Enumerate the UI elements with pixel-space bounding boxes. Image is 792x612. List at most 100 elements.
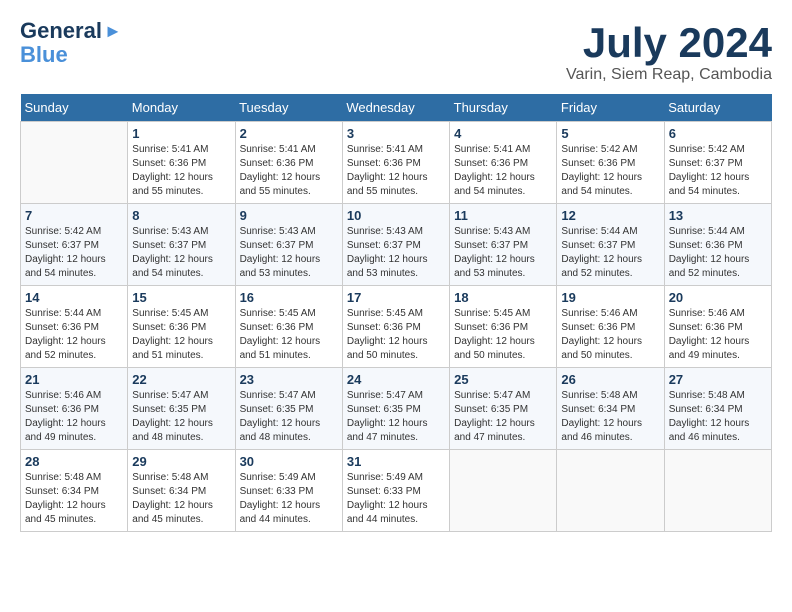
day-info: Sunrise: 5:46 AM Sunset: 6:36 PM Dayligh… — [561, 307, 659, 363]
day-info: Sunrise: 5:45 AM Sunset: 6:36 PM Dayligh… — [347, 307, 445, 363]
title-area: July 2024 Varin, Siem Reap, Cambodia — [566, 20, 772, 84]
day-number: 21 — [25, 372, 123, 387]
day-number: 25 — [454, 372, 552, 387]
day-number: 1 — [132, 126, 230, 141]
day-info: Sunrise: 5:43 AM Sunset: 6:37 PM Dayligh… — [240, 225, 338, 281]
day-number: 10 — [347, 208, 445, 223]
day-number: 12 — [561, 208, 659, 223]
header-wednesday: Wednesday — [342, 94, 449, 122]
day-info: Sunrise: 5:41 AM Sunset: 6:36 PM Dayligh… — [454, 143, 552, 199]
calendar-cell — [664, 450, 771, 532]
day-number: 19 — [561, 290, 659, 305]
calendar-cell: 28 Sunrise: 5:48 AM Sunset: 6:34 PM Dayli… — [21, 450, 128, 532]
day-info: Sunrise: 5:45 AM Sunset: 6:36 PM Dayligh… — [454, 307, 552, 363]
logo: General ► Blue — [20, 20, 122, 68]
calendar-header-row: SundayMondayTuesdayWednesdayThursdayFrid… — [21, 94, 772, 122]
day-number: 18 — [454, 290, 552, 305]
logo-general: General — [20, 20, 102, 42]
day-number: 30 — [240, 454, 338, 469]
calendar-cell: 2Sunrise: 5:41 AM Sunset: 6:36 PM Daylig… — [235, 122, 342, 204]
logo-blue: Blue — [20, 42, 68, 68]
day-info: Sunrise: 5:42 AM Sunset: 6:37 PM Dayligh… — [669, 143, 767, 199]
day-number: 9 — [240, 208, 338, 223]
day-info: Sunrise: 5:46 AM Sunset: 6:36 PM Dayligh… — [669, 307, 767, 363]
day-number: 13 — [669, 208, 767, 223]
calendar-week-2: 7Sunrise: 5:42 AM Sunset: 6:37 PM Daylig… — [21, 204, 772, 286]
day-info: Sunrise: 5:44 AM Sunset: 6:36 PM Dayligh… — [25, 307, 123, 363]
calendar-table: SundayMondayTuesdayWednesdayThursdayFrid… — [20, 94, 772, 532]
calendar-cell: 30 Sunrise: 5:49 AM Sunset: 6:33 PM Dayli… — [235, 450, 342, 532]
calendar-cell: 22Sunrise: 5:47 AM Sunset: 6:35 PM Dayli… — [128, 368, 235, 450]
calendar-cell: 8Sunrise: 5:43 AM Sunset: 6:37 PM Daylig… — [128, 204, 235, 286]
day-number: 27 — [669, 372, 767, 387]
calendar-cell: 29 Sunrise: 5:48 AM Sunset: 6:34 PM Dayli… — [128, 450, 235, 532]
day-info: Sunrise: 5:42 AM Sunset: 6:36 PM Dayligh… — [561, 143, 659, 199]
day-number: 7 — [25, 208, 123, 223]
calendar-week-4: 21 Sunrise: 5:46 AM Sunset: 6:36 PM Dayli… — [21, 368, 772, 450]
day-info: Sunrise: 5:45 AM Sunset: 6:36 PM Dayligh… — [240, 307, 338, 363]
day-number: 6 — [669, 126, 767, 141]
header-monday: Monday — [128, 94, 235, 122]
calendar-cell: 25 Sunrise: 5:47 AM Sunset: 6:35 PM Dayli… — [450, 368, 557, 450]
calendar-cell: 7Sunrise: 5:42 AM Sunset: 6:37 PM Daylig… — [21, 204, 128, 286]
calendar-cell: 5 Sunrise: 5:42 AM Sunset: 6:36 PM Daylig… — [557, 122, 664, 204]
calendar-week-1: 1 Sunrise: 5:41 AM Sunset: 6:36 PM Daylig… — [21, 122, 772, 204]
day-info: Sunrise: 5:48 AM Sunset: 6:34 PM Dayligh… — [561, 389, 659, 445]
day-number: 17 — [347, 290, 445, 305]
day-number: 31 — [347, 454, 445, 469]
day-number: 26 — [561, 372, 659, 387]
day-number: 24 — [347, 372, 445, 387]
day-info: Sunrise: 5:44 AM Sunset: 6:37 PM Dayligh… — [561, 225, 659, 281]
calendar-cell: 18 Sunrise: 5:45 AM Sunset: 6:36 PM Dayli… — [450, 286, 557, 368]
header-friday: Friday — [557, 94, 664, 122]
day-info: Sunrise: 5:48 AM Sunset: 6:34 PM Dayligh… — [25, 471, 123, 527]
calendar-cell: 31 Sunrise: 5:49 AM Sunset: 6:33 PM Dayli… — [342, 450, 449, 532]
calendar-cell — [557, 450, 664, 532]
calendar-cell: 27Sunrise: 5:48 AM Sunset: 6:34 PM Dayli… — [664, 368, 771, 450]
day-info: Sunrise: 5:47 AM Sunset: 6:35 PM Dayligh… — [240, 389, 338, 445]
header-saturday: Saturday — [664, 94, 771, 122]
day-info: Sunrise: 5:43 AM Sunset: 6:37 PM Dayligh… — [132, 225, 230, 281]
day-info: Sunrise: 5:49 AM Sunset: 6:33 PM Dayligh… — [347, 471, 445, 527]
day-info: Sunrise: 5:41 AM Sunset: 6:36 PM Dayligh… — [347, 143, 445, 199]
calendar-cell: 1 Sunrise: 5:41 AM Sunset: 6:36 PM Daylig… — [128, 122, 235, 204]
calendar-cell: 20 Sunrise: 5:46 AM Sunset: 6:36 PM Dayli… — [664, 286, 771, 368]
day-info: Sunrise: 5:41 AM Sunset: 6:36 PM Dayligh… — [132, 143, 230, 199]
calendar-cell — [450, 450, 557, 532]
calendar-cell: 24Sunrise: 5:47 AM Sunset: 6:35 PM Dayli… — [342, 368, 449, 450]
day-number: 15 — [132, 290, 230, 305]
calendar-cell: 23 Sunrise: 5:47 AM Sunset: 6:35 PM Dayli… — [235, 368, 342, 450]
calendar-cell: 26 Sunrise: 5:48 AM Sunset: 6:34 PM Dayli… — [557, 368, 664, 450]
day-number: 11 — [454, 208, 552, 223]
day-info: Sunrise: 5:44 AM Sunset: 6:36 PM Dayligh… — [669, 225, 767, 281]
day-number: 22 — [132, 372, 230, 387]
header-thursday: Thursday — [450, 94, 557, 122]
day-number: 4 — [454, 126, 552, 141]
calendar-cell: 13 Sunrise: 5:44 AM Sunset: 6:36 PM Dayli… — [664, 204, 771, 286]
logo-bird-icon: ► — [104, 21, 122, 42]
day-number: 28 — [25, 454, 123, 469]
month-title: July 2024 — [566, 20, 772, 66]
calendar-cell: 6 Sunrise: 5:42 AM Sunset: 6:37 PM Daylig… — [664, 122, 771, 204]
header: General ► Blue July 2024 Varin, Siem Rea… — [20, 20, 772, 84]
day-info: Sunrise: 5:41 AM Sunset: 6:36 PM Dayligh… — [240, 143, 338, 199]
day-info: Sunrise: 5:43 AM Sunset: 6:37 PM Dayligh… — [454, 225, 552, 281]
calendar-cell: 15 Sunrise: 5:45 AM Sunset: 6:36 PM Dayli… — [128, 286, 235, 368]
calendar-cell: 21 Sunrise: 5:46 AM Sunset: 6:36 PM Dayli… — [21, 368, 128, 450]
day-number: 29 — [132, 454, 230, 469]
calendar-cell: 12 Sunrise: 5:44 AM Sunset: 6:37 PM Dayli… — [557, 204, 664, 286]
header-tuesday: Tuesday — [235, 94, 342, 122]
day-number: 20 — [669, 290, 767, 305]
calendar-cell: 17 Sunrise: 5:45 AM Sunset: 6:36 PM Dayli… — [342, 286, 449, 368]
day-number: 23 — [240, 372, 338, 387]
day-info: Sunrise: 5:48 AM Sunset: 6:34 PM Dayligh… — [132, 471, 230, 527]
day-info: Sunrise: 5:49 AM Sunset: 6:33 PM Dayligh… — [240, 471, 338, 527]
day-info: Sunrise: 5:45 AM Sunset: 6:36 PM Dayligh… — [132, 307, 230, 363]
day-info: Sunrise: 5:46 AM Sunset: 6:36 PM Dayligh… — [25, 389, 123, 445]
day-number: 5 — [561, 126, 659, 141]
calendar-cell: 4 Sunrise: 5:41 AM Sunset: 6:36 PM Daylig… — [450, 122, 557, 204]
calendar-cell: 10Sunrise: 5:43 AM Sunset: 6:37 PM Dayli… — [342, 204, 449, 286]
day-info: Sunrise: 5:47 AM Sunset: 6:35 PM Dayligh… — [454, 389, 552, 445]
day-number: 3 — [347, 126, 445, 141]
day-number: 16 — [240, 290, 338, 305]
